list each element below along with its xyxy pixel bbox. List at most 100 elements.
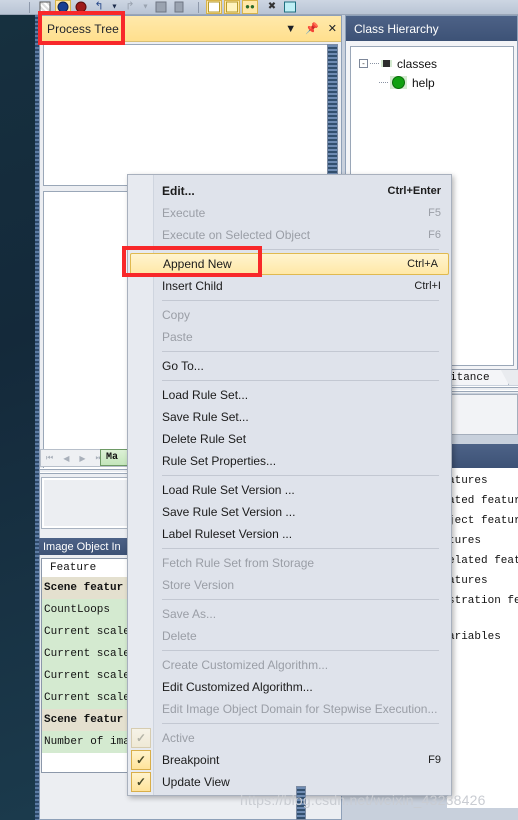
info-blue-icon[interactable] — [55, 0, 71, 14]
menu-item-rule-set-properties[interactable]: Rule Set Properties... — [128, 450, 451, 472]
tree-item-classes[interactable]: - classes — [359, 54, 513, 73]
tree-connector — [370, 63, 379, 64]
undo-dropdown-chevron-down-icon[interactable]: ▼ — [109, 0, 120, 14]
menu-item-label: Save Rule Set Version ... — [162, 505, 296, 519]
context-menu-separator — [128, 246, 451, 253]
redo-arrow-icon[interactable]: ↱ — [122, 0, 138, 14]
image-object-info-table[interactable]: Feature Scene featur CountLoops Current sc… — [41, 558, 135, 773]
menu-item-shortcut: Ctrl+A — [407, 258, 438, 270]
menu-item-edit[interactable]: Edit... Ctrl+Enter — [128, 180, 451, 202]
feature-view-item[interactable]: stration fe — [447, 591, 518, 611]
image-object-info-row[interactable]: Current scale_ — [42, 687, 134, 709]
menu-item-update-view[interactable]: ✓ Update View — [128, 771, 451, 793]
menu-item-label: Append New — [163, 257, 232, 271]
menu-item-label: Edit Image Object Domain for Stepwise Ex… — [162, 702, 438, 716]
image-object-info-column-header: Feature — [42, 559, 134, 577]
tree-item-help[interactable]: help — [359, 73, 513, 92]
feature-view-divider-lines — [447, 386, 518, 393]
menu-item-label: Save Rule Set... — [162, 410, 249, 424]
image-object-info-row[interactable]: Scene featur — [42, 577, 134, 599]
pin-icon[interactable]: 📌 — [305, 23, 319, 35]
feature-view-list[interactable]: aturesated featureject featuretureselate… — [447, 468, 518, 668]
binoculars-icon[interactable]: ●● — [242, 0, 258, 14]
close-icon[interactable]: ✕ — [328, 23, 337, 35]
image-object-info-row[interactable]: Number of imag — [42, 731, 134, 753]
tree-item-label: help — [412, 75, 435, 90]
process-tree-content[interactable] — [43, 44, 329, 186]
undo-arrow-icon[interactable]: ↰ — [91, 0, 107, 14]
feature-view-item[interactable]: ariables — [447, 627, 518, 647]
menu-item-label: Active — [162, 731, 195, 745]
gray-doc-icon[interactable] — [171, 0, 187, 14]
menu-item-save-rule-set-version[interactable]: Save Rule Set Version ... — [128, 501, 451, 523]
feature-view-preview[interactable] — [447, 394, 518, 435]
toolbar-separator-2 — [198, 1, 203, 13]
menu-item-load-rule-set[interactable]: Load Rule Set... — [128, 384, 451, 406]
menu-item-go-to[interactable]: Go To... — [128, 355, 451, 377]
feature-view-item[interactable]: tures — [447, 531, 518, 551]
menu-item-shortcut: F6 — [428, 229, 441, 241]
menu-item-label: Store Version — [162, 578, 235, 592]
context-menu-separator — [128, 720, 451, 727]
menu-item-load-rule-set-version[interactable]: Load Rule Set Version ... — [128, 479, 451, 501]
previous-record-icon[interactable]: ◀ — [63, 454, 69, 463]
checkmark-icon: ✓ — [131, 728, 151, 748]
menu-item-edit-customized-algorithm[interactable]: Edit Customized Algorithm... — [128, 676, 451, 698]
context-menu-separator — [128, 596, 451, 603]
image-object-info-row[interactable]: Current scale_ — [42, 643, 134, 665]
menu-item-label: Execute — [162, 206, 206, 220]
tree-connector-child — [379, 82, 388, 83]
first-record-icon[interactable]: ⏮ — [46, 453, 53, 463]
watermark-text: https://blog.csdn.net/weixin_43238426 — [240, 792, 486, 808]
menu-item-shortcut: F9 — [428, 754, 441, 766]
feature-view-item[interactable]: ated feature — [447, 491, 518, 511]
process-tree-vertical-scrollbar[interactable] — [327, 44, 338, 186]
chevron-down-icon[interactable]: ▼ — [285, 23, 296, 35]
menu-item-append-new[interactable]: Append New Ctrl+A — [130, 253, 449, 275]
feature-view-tab-inheritance[interactable]: itance — [447, 369, 509, 385]
image-object-info-row[interactable]: CountLoops — [42, 599, 134, 621]
class-hierarchy-icon[interactable] — [224, 0, 240, 14]
checkmark-icon: ✓ — [131, 750, 151, 770]
feature-view-item[interactable]: elated featu — [447, 551, 518, 571]
process-tree-titlebar: Process Tree ▼ 📌 ✕ — [40, 16, 341, 42]
feature-view-gap — [447, 611, 518, 627]
menu-item-label: Execute on Selected Object — [162, 228, 311, 242]
stop-red-icon[interactable] — [73, 0, 89, 14]
menu-item-save-rule-set[interactable]: Save Rule Set... — [128, 406, 451, 428]
main-toolbar: ↰ ▼ ↱ ▼ ●● ✖ — [0, 0, 518, 15]
application-window: ↰ ▼ ↱ ▼ ●● ✖ Process Tree ▼ 📌 ✕ ⏮ ◀ ▶ ⏭ … — [0, 0, 518, 820]
image-object-info-row[interactable]: Current scale_ — [42, 621, 134, 643]
menu-item-paste: Paste — [128, 326, 451, 348]
menu-item-store-version: Store Version — [128, 574, 451, 596]
menu-item-shortcut: Ctrl+I — [414, 280, 441, 292]
collapse-expander-icon[interactable]: - — [359, 59, 368, 68]
process-tree-context-menu[interactable]: Edit... Ctrl+Enter Execute F5 Execute on Sel… — [127, 174, 452, 796]
menu-item-create-customized-algorithm: Create Customized Algorithm... — [128, 654, 451, 676]
context-menu-separator — [128, 472, 451, 479]
menu-item-delete-rule-set[interactable]: Delete Rule Set — [128, 428, 451, 450]
feature-view-item[interactable]: atures — [447, 471, 518, 491]
next-record-icon[interactable]: ▶ — [79, 454, 85, 463]
menu-item-label: Breakpoint — [162, 753, 220, 767]
checker-square-icon[interactable] — [37, 0, 53, 14]
context-menu-separator — [128, 545, 451, 552]
image-object-info-title: Image Object In — [43, 540, 121, 553]
menu-item-label: Copy — [162, 308, 191, 322]
image-object-info-row[interactable]: Scene featur — [42, 709, 134, 731]
measure-icon[interactable] — [282, 0, 298, 14]
menu-item-insert-child[interactable]: Insert Child Ctrl+I — [128, 275, 451, 297]
process-tree-icon[interactable] — [206, 0, 222, 14]
context-menu-separator — [128, 377, 451, 384]
image-object-info-row[interactable]: Current scale_ — [42, 665, 134, 687]
feature-view-item[interactable]: ject feature — [447, 511, 518, 531]
menu-item-label-ruleset-version[interactable]: Label Ruleset Version ... — [128, 523, 451, 545]
context-menu-separator — [128, 297, 451, 304]
menu-item-label: Label Ruleset Version ... — [162, 527, 293, 541]
menu-item-breakpoint[interactable]: ✓ Breakpoint F9 — [128, 749, 451, 771]
feature-view-item[interactable]: atures — [447, 571, 518, 591]
context-menu-separator — [128, 647, 451, 654]
tools-icon[interactable]: ✖ — [264, 0, 280, 14]
redo-dropdown-chevron-down-icon[interactable]: ▼ — [140, 0, 151, 14]
gray-block-icon[interactable] — [153, 0, 169, 14]
